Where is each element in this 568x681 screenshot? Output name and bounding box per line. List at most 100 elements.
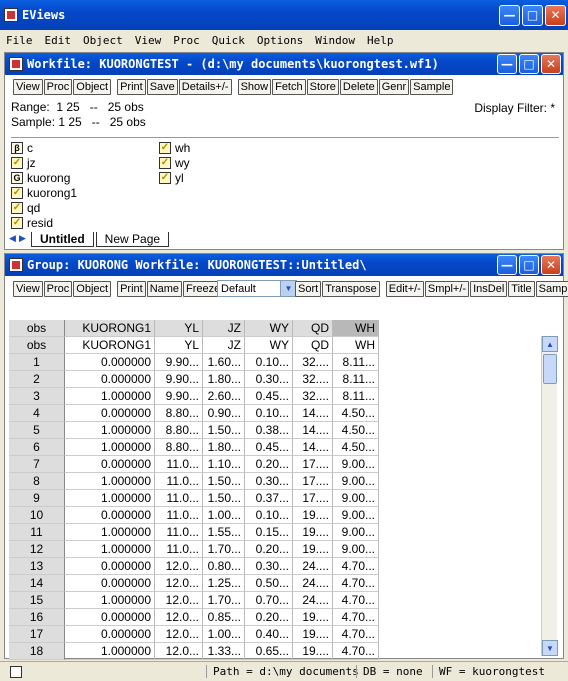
data-cell[interactable]: 1.50... bbox=[203, 490, 245, 507]
data-cell[interactable]: 32.... bbox=[293, 371, 333, 388]
data-cell[interactable]: 1.70... bbox=[203, 592, 245, 609]
obs-cell[interactable]: 3 bbox=[9, 388, 65, 405]
data-cell[interactable]: 0.30... bbox=[245, 558, 293, 575]
data-cell[interactable]: 24.... bbox=[293, 592, 333, 609]
data-cell[interactable]: 9.00... bbox=[333, 490, 379, 507]
print-button[interactable]: Print bbox=[117, 281, 146, 297]
data-cell[interactable]: 0.10... bbox=[245, 507, 293, 524]
data-cell[interactable]: 0.80... bbox=[203, 558, 245, 575]
print-button[interactable]: Print bbox=[117, 79, 146, 95]
data-cell[interactable]: 12.0... bbox=[155, 609, 203, 626]
data-cell[interactable]: 11.0... bbox=[155, 507, 203, 524]
data-cell[interactable]: 0.65... bbox=[245, 643, 293, 660]
title-button[interactable]: Title bbox=[508, 281, 535, 297]
tab-scroll-left-icon[interactable]: ◀ bbox=[9, 233, 19, 245]
data-cell[interactable]: 0.000000 bbox=[65, 558, 155, 575]
data-cell[interactable]: 0.000000 bbox=[65, 609, 155, 626]
column-header-yl[interactable]: YL bbox=[155, 337, 203, 354]
proc-button[interactable]: Proc bbox=[43, 281, 73, 297]
obs-cell[interactable]: 11 bbox=[9, 524, 65, 541]
column-header-qd[interactable]: QD bbox=[293, 337, 333, 354]
menu-file[interactable]: File bbox=[6, 34, 33, 47]
data-cell[interactable]: 17.... bbox=[293, 456, 333, 473]
data-cell[interactable]: 0.70... bbox=[245, 592, 293, 609]
data-cell[interactable]: 0.45... bbox=[245, 439, 293, 456]
data-cell[interactable]: 9.00... bbox=[333, 541, 379, 558]
obs-cell[interactable]: 10 bbox=[9, 507, 65, 524]
name-button[interactable]: Name bbox=[146, 281, 183, 297]
menu-proc[interactable]: Proc bbox=[173, 34, 200, 47]
data-cell[interactable]: 1.000000 bbox=[65, 524, 155, 541]
data-cell[interactable]: 8.11... bbox=[333, 388, 379, 405]
column-header-obs[interactable]: obs bbox=[9, 337, 65, 354]
data-cell[interactable]: 0.000000 bbox=[65, 507, 155, 524]
data-cell[interactable]: 0.20... bbox=[245, 609, 293, 626]
obs-cell[interactable]: 12 bbox=[9, 541, 65, 558]
data-cell[interactable]: 24.... bbox=[293, 575, 333, 592]
obs-cell[interactable]: 14 bbox=[9, 575, 65, 592]
data-cell[interactable]: 12.0... bbox=[155, 643, 203, 660]
data-cell[interactable]: 12.0... bbox=[155, 558, 203, 575]
data-cell[interactable]: 9.90... bbox=[155, 388, 203, 405]
data-cell[interactable]: 1.000000 bbox=[65, 643, 155, 660]
scroll-thumb[interactable] bbox=[543, 354, 557, 384]
data-cell[interactable]: 12.0... bbox=[155, 592, 203, 609]
data-cell[interactable]: 4.70... bbox=[333, 626, 379, 643]
samp-button[interactable]: Samp bbox=[535, 281, 568, 297]
maximize-icon[interactable]: □ bbox=[519, 54, 539, 74]
object-kuorong1[interactable]: kuorong1 bbox=[11, 185, 77, 200]
data-cell[interactable]: 1.000000 bbox=[65, 388, 155, 405]
column-header-jz[interactable]: JZ bbox=[203, 337, 245, 354]
tab-untitled[interactable]: Untitled bbox=[31, 231, 94, 247]
data-cell[interactable]: 1.55... bbox=[203, 524, 245, 541]
data-cell[interactable]: 0.38... bbox=[245, 422, 293, 439]
data-cell[interactable]: 1.10... bbox=[203, 456, 245, 473]
data-cell[interactable]: 1.60... bbox=[203, 354, 245, 371]
data-cell[interactable]: 11.0... bbox=[155, 524, 203, 541]
sort-button[interactable]: Sort bbox=[295, 281, 322, 297]
obs-cell[interactable]: 9 bbox=[9, 490, 65, 507]
data-cell[interactable]: 19.... bbox=[293, 507, 333, 524]
data-cell[interactable]: 32.... bbox=[293, 388, 333, 405]
data-cell[interactable]: 0.20... bbox=[245, 541, 293, 558]
data-cell[interactable]: 0.000000 bbox=[65, 456, 155, 473]
data-cell[interactable]: 4.50... bbox=[333, 405, 379, 422]
data-cell[interactable]: 1.000000 bbox=[65, 592, 155, 609]
close-icon[interactable]: ✕ bbox=[545, 4, 566, 26]
data-cell[interactable]: 1.70... bbox=[203, 541, 245, 558]
object-c[interactable]: βc bbox=[11, 140, 33, 155]
data-cell[interactable]: 0.000000 bbox=[65, 405, 155, 422]
obs-cell[interactable]: 5 bbox=[9, 422, 65, 439]
obs-cell[interactable]: 17 bbox=[9, 626, 65, 643]
data-cell[interactable]: 0.000000 bbox=[65, 371, 155, 388]
data-cell[interactable]: 12.0... bbox=[155, 575, 203, 592]
data-cell[interactable]: 9.90... bbox=[155, 354, 203, 371]
column-header-kuorong1[interactable]: KUORONG1 bbox=[65, 337, 155, 354]
data-cell[interactable]: 17.... bbox=[293, 490, 333, 507]
data-cell[interactable]: 19.... bbox=[293, 524, 333, 541]
data-cell[interactable]: 0.90... bbox=[203, 405, 245, 422]
data-cell[interactable]: 4.50... bbox=[333, 422, 379, 439]
status-checkbox[interactable] bbox=[10, 665, 22, 678]
data-cell[interactable]: 1.80... bbox=[203, 371, 245, 388]
object-jz[interactable]: jz bbox=[11, 155, 36, 170]
data-cell[interactable]: 11.0... bbox=[155, 473, 203, 490]
obs-cell[interactable]: 2 bbox=[9, 371, 65, 388]
data-cell[interactable]: 0.000000 bbox=[65, 626, 155, 643]
data-cell[interactable]: 14.... bbox=[293, 439, 333, 456]
obs-cell[interactable]: 1 bbox=[9, 354, 65, 371]
data-cell[interactable]: 4.70... bbox=[333, 643, 379, 660]
scroll-down-icon[interactable]: ▼ bbox=[542, 640, 558, 656]
obs-cell[interactable]: 4 bbox=[9, 405, 65, 422]
obs-cell[interactable]: 16 bbox=[9, 609, 65, 626]
object-resid[interactable]: resid bbox=[11, 215, 53, 230]
object-button[interactable]: Object bbox=[73, 79, 112, 95]
data-cell[interactable]: 1.00... bbox=[203, 507, 245, 524]
minimize-icon[interactable]: — bbox=[499, 4, 520, 26]
close-icon[interactable]: ✕ bbox=[541, 255, 561, 275]
object-button[interactable]: Object bbox=[73, 281, 112, 297]
scroll-up-icon[interactable]: ▲ bbox=[542, 336, 558, 352]
smpl-button[interactable]: Smpl+/- bbox=[424, 281, 470, 297]
data-cell[interactable]: 1.000000 bbox=[65, 490, 155, 507]
data-cell[interactable]: 1.80... bbox=[203, 439, 245, 456]
